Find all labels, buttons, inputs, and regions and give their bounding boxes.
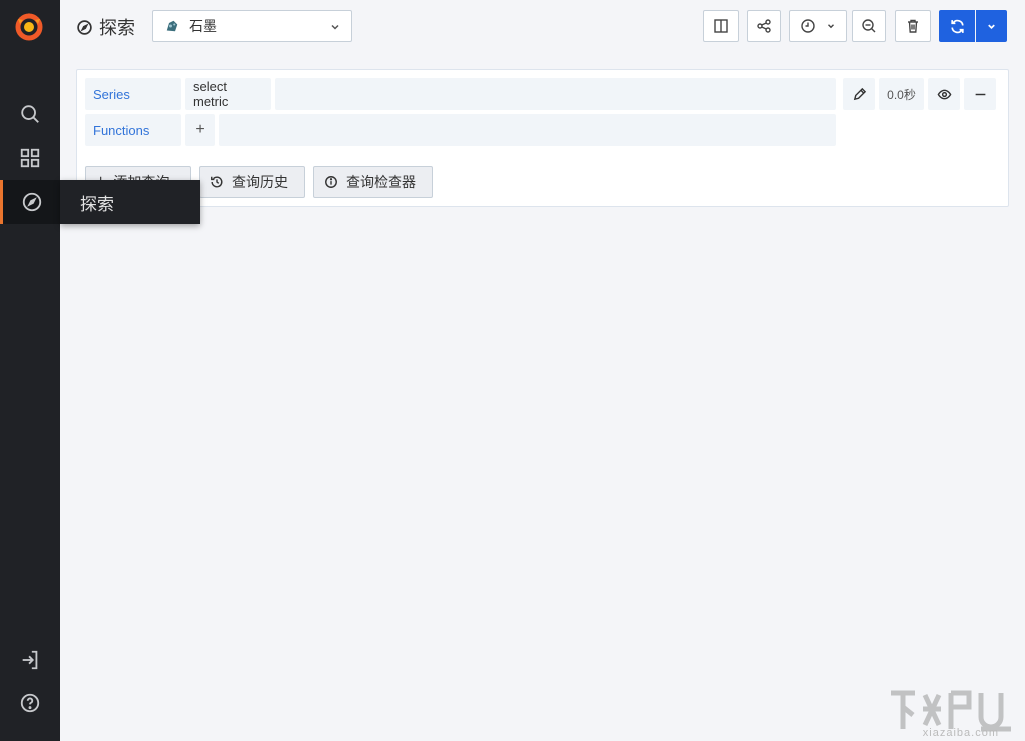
- query-timing: 0.0秒: [879, 78, 924, 110]
- time-picker-button[interactable]: [789, 10, 847, 42]
- run-query-button[interactable]: [939, 10, 975, 42]
- eye-icon: [937, 89, 951, 99]
- refresh-icon: [950, 19, 964, 33]
- select-metric-chip[interactable]: select metric: [185, 78, 271, 110]
- remove-query-button[interactable]: [964, 78, 996, 110]
- compass-icon: [22, 192, 41, 212]
- sidebar: [0, 0, 60, 741]
- sidebar-item-sign-in[interactable]: [0, 638, 60, 682]
- zoom-out-icon: [862, 19, 876, 33]
- query-editor-panel: Series select metric 0.0秒 Functions + + …: [76, 69, 1009, 207]
- sign-in-icon: [22, 650, 38, 670]
- split-button[interactable]: [703, 10, 739, 42]
- graphite-icon: [166, 20, 178, 32]
- trash-icon: [908, 19, 918, 33]
- sidebar-tooltip: 探索: [60, 180, 200, 224]
- functions-filler: [219, 114, 836, 146]
- pencil-icon: [853, 87, 866, 100]
- chevron-down-icon: [331, 24, 339, 30]
- query-history-button[interactable]: 查询历史: [199, 166, 305, 198]
- sidebar-item-dashboards[interactable]: [0, 136, 60, 180]
- sidebar-item-explore[interactable]: [0, 180, 60, 224]
- history-icon: [211, 176, 223, 188]
- grid-icon: [20, 148, 40, 168]
- grafana-logo-icon[interactable]: [13, 10, 45, 42]
- add-function-button[interactable]: +: [185, 114, 215, 146]
- functions-label: Functions: [85, 114, 181, 146]
- share-button[interactable]: [747, 10, 781, 42]
- datasource-select[interactable]: 石墨: [152, 10, 352, 42]
- clear-button[interactable]: [895, 10, 931, 42]
- query-inspector-label: 查询检查器: [346, 174, 416, 190]
- split-icon: [714, 19, 728, 33]
- query-history-label: 查询历史: [232, 174, 288, 190]
- page-title: 探索: [76, 14, 135, 40]
- help-icon: [20, 693, 40, 713]
- datasource-name: 石墨: [189, 18, 217, 34]
- info-circle-icon: [325, 176, 337, 188]
- toggle-visibility-button[interactable]: [928, 78, 960, 110]
- sidebar-item-search[interactable]: [0, 92, 60, 136]
- chevron-down-icon: [828, 24, 834, 29]
- series-label: Series: [85, 78, 181, 110]
- page-title-text: 探索: [99, 18, 135, 38]
- minus-icon: [975, 93, 985, 95]
- chevron-down-icon: [988, 24, 995, 29]
- watermark-text: xiazaiba.com: [922, 727, 999, 739]
- zoom-out-button[interactable]: [852, 10, 886, 42]
- compass-icon: [77, 19, 92, 35]
- sidebar-item-help[interactable]: [0, 681, 60, 725]
- query-inspector-button[interactable]: 查询检查器: [313, 166, 433, 198]
- refresh-interval-button[interactable]: [976, 10, 1007, 42]
- clock-icon: [801, 19, 815, 33]
- share-icon: [757, 19, 771, 33]
- edit-query-button[interactable]: [843, 78, 875, 110]
- series-filler: [275, 78, 836, 110]
- search-icon: [21, 105, 39, 123]
